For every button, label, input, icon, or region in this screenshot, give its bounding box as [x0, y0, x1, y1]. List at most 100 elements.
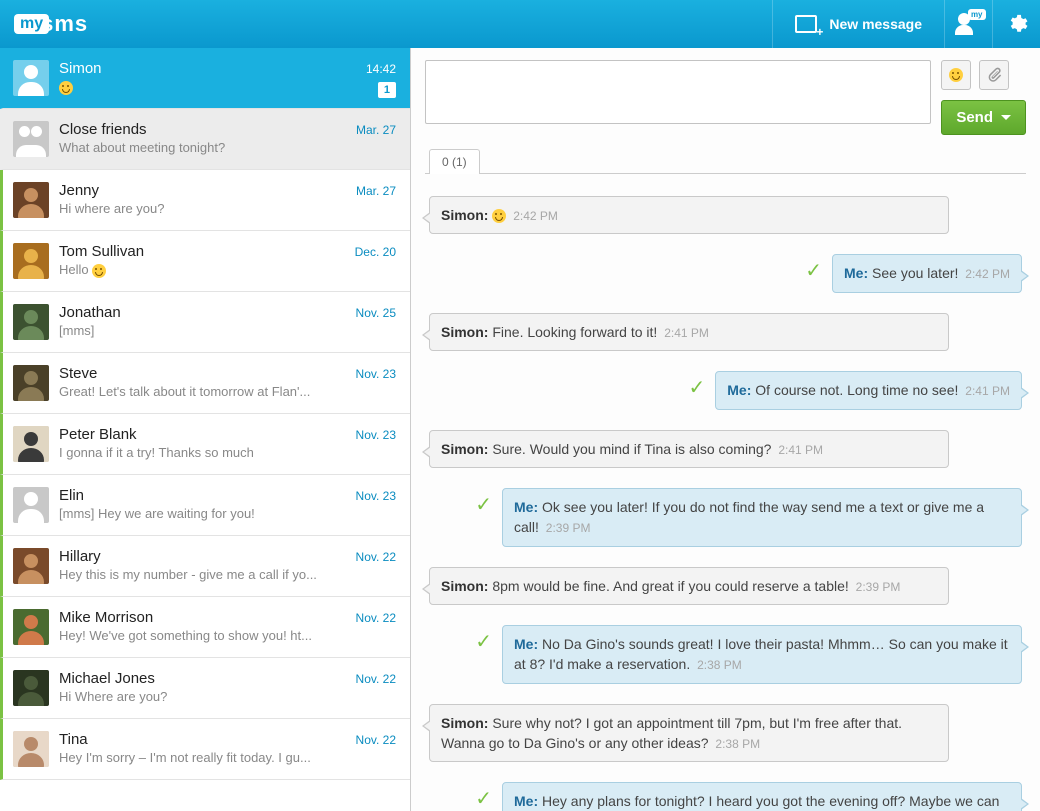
avatar — [13, 304, 49, 340]
check-icon: ✓ — [475, 786, 492, 811]
message-sender: Simon: — [441, 324, 488, 340]
conversation-item[interactable]: TinaNov. 22Hey I'm sorry – I'm not reall… — [0, 719, 410, 780]
conversation-date: Nov. 23 — [356, 489, 396, 503]
conversation-item[interactable]: Close friendsMar. 27What about meeting t… — [0, 109, 410, 170]
message-list[interactable]: Simon: 2:42 PM ✓ Me: See you later! 2:42 P… — [411, 174, 1040, 811]
conversation-item[interactable]: Elin Nov. 23 [mms] Hey we are waiting for … — [0, 475, 410, 536]
conversation-name: Michael Jones — [59, 670, 155, 687]
conversation-name: Elin — [59, 487, 84, 504]
conversation-name: Hillary — [59, 548, 101, 565]
conversation-date: Nov. 25 — [356, 306, 396, 320]
conversation-preview: Hi where are you? — [59, 201, 359, 216]
conversation-list[interactable]: Simon14:421Close friendsMar. 27What abou… — [0, 48, 410, 811]
message-outgoing: Me: See you later! 2:42 PM — [832, 254, 1022, 292]
conversation-name: Peter Blank — [59, 426, 137, 443]
conversation-date: Mar. 27 — [356, 184, 396, 198]
conversation-date: Dec. 20 — [355, 245, 396, 259]
conversation-sidebar: Simon14:421Close friendsMar. 27What abou… — [0, 48, 411, 811]
message-time: 2:38 PM — [715, 737, 760, 751]
new-message-label: New message — [829, 16, 922, 32]
message-time: 2:41 PM — [778, 443, 823, 457]
new-message-button[interactable]: New message — [772, 0, 944, 48]
check-icon: ✓ — [475, 629, 492, 654]
message-outgoing: Me: Hey any plans for tonight? I heard y… — [502, 782, 1022, 811]
new-message-icon — [795, 15, 817, 33]
conversation-name: Steve — [59, 365, 97, 382]
conversation-preview: [mms] Hey we are waiting for you! — [59, 506, 359, 521]
message-time: 2:38 PM — [697, 658, 742, 672]
message-time: 2:42 PM — [513, 209, 558, 223]
message-time: 2:42 PM — [965, 267, 1010, 281]
message-time: 2:41 PM — [664, 326, 709, 340]
app-header: my sms New message my — [0, 0, 1040, 48]
compose-input[interactable] — [425, 60, 931, 124]
conversation-name: Tina — [59, 731, 88, 748]
avatar — [13, 487, 49, 523]
conversation-item[interactable]: Tom SullivanDec. 20Hello — [0, 231, 410, 292]
conversation-name: Mike Morrison — [59, 609, 153, 626]
gear-icon — [1006, 13, 1028, 35]
settings-button[interactable] — [992, 0, 1040, 48]
conversation-date: Mar. 27 — [356, 123, 396, 137]
send-button[interactable]: Send — [941, 100, 1026, 135]
unread-badge: 1 — [378, 82, 396, 98]
conversation-preview: Hey! We've got something to show you! ht… — [59, 628, 359, 643]
conversation-item[interactable]: Peter Blank Nov. 23 I gonna if it a try! T… — [0, 414, 410, 475]
message-sender: Simon: — [441, 578, 488, 594]
avatar — [13, 60, 49, 96]
friends-icon: my — [956, 13, 982, 35]
conversation-item[interactable]: Simon14:421 — [0, 48, 410, 109]
avatar — [13, 182, 49, 218]
message-row-outgoing: ✓Me: Of course not. Long time no see! 2:… — [429, 361, 1022, 419]
conversation-item[interactable]: Hillary Nov. 22 Hey this is my number - gi… — [0, 536, 410, 597]
message-outgoing: Me: Of course not. Long time no see! 2:4… — [715, 371, 1022, 409]
conversation-preview: [mms] — [59, 323, 359, 338]
conversation-date: Nov. 22 — [356, 611, 396, 625]
conversation-preview: Hello — [59, 262, 359, 278]
paperclip-icon — [985, 66, 1003, 84]
conversation-name: Jenny — [59, 182, 99, 199]
message-sender: Me: — [844, 265, 868, 281]
conversation-item[interactable]: Jenny Mar. 27 Hi where are you? — [0, 170, 410, 231]
message-sender: Simon: — [441, 207, 488, 223]
emoji-icon — [492, 209, 506, 223]
emoji-button[interactable] — [941, 60, 971, 90]
emoji-icon — [949, 68, 963, 82]
avatar — [13, 609, 49, 645]
message-text: Of course not. Long time no see! — [751, 382, 962, 398]
app-logo: my sms — [14, 11, 88, 37]
conversation-date: Nov. 23 — [356, 428, 396, 442]
message-row-outgoing: ✓ Me: Hey any plans for tonight? I heard … — [429, 772, 1022, 811]
message-text: Hey any plans for tonight? I heard you g… — [514, 793, 999, 811]
message-text: See you later! — [868, 265, 962, 281]
conversation-item[interactable]: JonathanNov. 25[mms] — [0, 292, 410, 353]
conversation-date: Nov. 22 — [356, 733, 396, 747]
conversation-date: Nov. 22 — [356, 550, 396, 564]
message-sender: Me: — [514, 793, 538, 809]
conversation-preview: Hey this is my number - give me a call i… — [59, 567, 359, 582]
conversation-item[interactable]: SteveNov. 23Great! Let's talk about it t… — [0, 353, 410, 414]
message-incoming: Simon: Sure. Would you mind if Tina is a… — [429, 430, 949, 468]
conversation-preview: What about meeting tonight? — [59, 140, 359, 155]
avatar — [13, 243, 49, 279]
tab-count[interactable]: 0 (1) — [429, 149, 480, 174]
avatar — [13, 121, 49, 157]
send-label: Send — [956, 109, 993, 126]
conversation-item[interactable]: Mike Morrison Nov. 22 Hey! We've got somet… — [0, 597, 410, 658]
conversation-date: Nov. 22 — [356, 672, 396, 686]
message-text: Sure why not? I got an appointment till … — [441, 715, 902, 751]
main-panel: Send 0 (1) Simon: 2:42 PM ✓ Me: See you la… — [411, 48, 1040, 811]
message-text: Fine. Looking forward to it! — [488, 324, 661, 340]
message-incoming: Simon: Fine. Looking forward to it! 2:41… — [429, 313, 949, 351]
check-icon: ✓ — [475, 492, 492, 517]
logo-tail-icon — [27, 28, 35, 34]
conversation-item[interactable]: Michael JonesNov. 22Hi Where are you? — [0, 658, 410, 719]
message-sender: Me: — [727, 382, 751, 398]
attach-button[interactable] — [979, 60, 1009, 90]
message-incoming: Simon: 8pm would be fine. And great if y… — [429, 567, 949, 605]
message-text: 8pm would be fine. And great if you coul… — [488, 578, 852, 594]
friends-button[interactable]: my — [944, 0, 992, 48]
conversation-preview — [59, 79, 359, 95]
message-time: 2:41 PM — [965, 384, 1010, 398]
conversation-preview: I gonna if it a try! Thanks so much — [59, 445, 359, 460]
